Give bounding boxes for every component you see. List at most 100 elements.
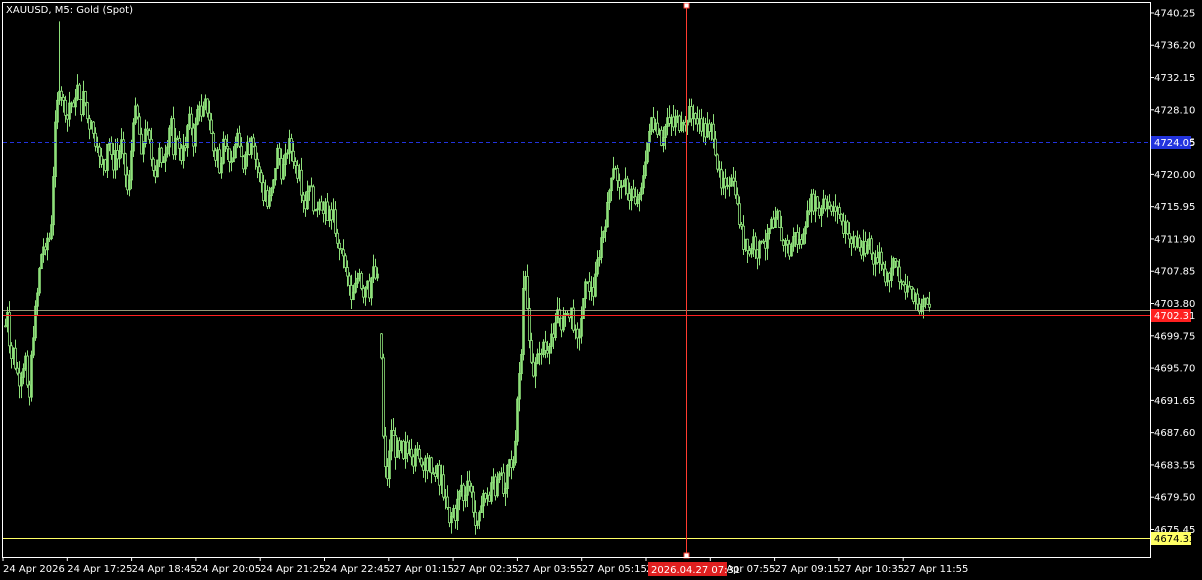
candle-body [430,457,433,474]
candle-body [224,138,227,147]
candle-body [928,303,931,308]
y-tick-label: 4732.15 [1154,73,1195,84]
y-tick-label: 4736.20 [1154,41,1195,52]
y-tick-label: 4715.95 [1154,202,1195,213]
candle-body [240,145,243,158]
candle-body [86,102,89,120]
candle-body [738,203,741,225]
y-tick-label: 4720.00 [1154,170,1195,181]
candle-body [858,237,861,248]
candle-body [336,232,339,244]
candle-body [898,266,901,283]
x-tick-label: 24 Apr 18:45 [132,564,197,575]
candle-body [152,158,155,171]
candle-body [290,138,293,152]
candle-body [110,142,113,155]
y-tick-label: 4691.65 [1154,396,1195,407]
candle-body [124,153,127,176]
x-tick-label: 27 Apr 09:15 [775,564,840,575]
candle-body [256,158,259,168]
candle-body [754,236,757,251]
price-chart[interactable]: 4740.25 4736.20 4732.15 4728.10 4724.05 4720.… [0,0,1202,580]
candle-body [94,132,97,147]
candle-body [838,207,841,215]
y-tick-label: 4683.55 [1154,460,1195,471]
candle-body [694,113,697,120]
y-tick-label: 4695.70 [1154,364,1195,375]
x-tick-label: 27 Apr 01:15 [389,564,454,575]
candle-body [254,145,257,160]
candle-body [98,146,101,157]
candle-body [442,474,445,498]
candle-body [294,161,297,166]
candle-body [160,147,163,163]
candle-body [138,116,141,135]
candle-body [78,84,81,100]
candle-body [870,238,873,255]
candle-body [300,169,303,196]
candle-body [714,138,717,156]
candle-body [238,132,241,147]
candle-body [334,209,337,234]
candle-body [780,227,783,242]
candle-body [16,367,19,374]
candle-body [420,458,423,466]
candle-body [346,267,349,277]
candle-body [916,293,919,305]
candle-body [302,194,305,202]
candle-body [786,239,789,245]
candle-body [410,448,413,458]
candle-body [338,242,341,249]
candle-body [208,112,211,121]
candle-body [84,91,87,104]
candle-body [8,311,11,347]
candle-body [206,98,209,114]
candle-body [716,154,719,170]
candle-body [910,286,913,290]
candle-body [544,341,547,351]
candle-body [62,96,65,101]
x-tick-label: 24 Apr 17:25 [67,564,132,575]
candle-body [828,201,831,207]
level-price-label: 4724.05 [1154,138,1195,149]
y-tick-label: 4711.90 [1154,234,1195,245]
candle-body [14,347,17,369]
candle-body [558,309,561,319]
candle-body [528,308,531,341]
candle-body [848,233,851,240]
candle-body [926,297,929,305]
candle-body [252,137,255,147]
candle-body [384,435,387,467]
candle-body [446,496,449,508]
x-tick-label: 24 Apr 22:45 [325,564,390,575]
candle-body [468,480,471,487]
candle-body [122,139,125,155]
candle-body [320,201,323,211]
y-tick-label: 4707.85 [1154,267,1195,278]
candle-body [278,147,281,159]
y-tick-label: 4699.75 [1154,331,1195,342]
candle-body [882,263,885,270]
candle-body [746,238,749,251]
y-tick-label: 4679.50 [1154,493,1195,504]
candle-body [572,307,575,331]
candle-body [360,272,363,289]
y-tick-label: 4703.80 [1154,299,1195,310]
candle-body [470,485,473,493]
chart-title: XAUUSD, M5: Gold (Spot) [6,5,133,16]
crosshair-time-label: 2026.04.27 07:31 [651,565,740,576]
candle-body [732,177,735,182]
candle-body [312,186,315,212]
candle-body [228,148,231,163]
candle-body [626,178,629,195]
x-tick-label: 24 Apr 21:25 [260,564,325,575]
candle-body [778,210,781,228]
crosshair-top-handle[interactable] [683,2,690,9]
x-tick-label: 27 Apr 05:15 [582,564,647,575]
candle-body [632,188,635,198]
x-tick-label: 27 Apr 02:35 [453,564,518,575]
candle-body [348,275,351,286]
candle-body [736,194,739,205]
candle-body [64,99,67,116]
candle-body [258,166,261,174]
